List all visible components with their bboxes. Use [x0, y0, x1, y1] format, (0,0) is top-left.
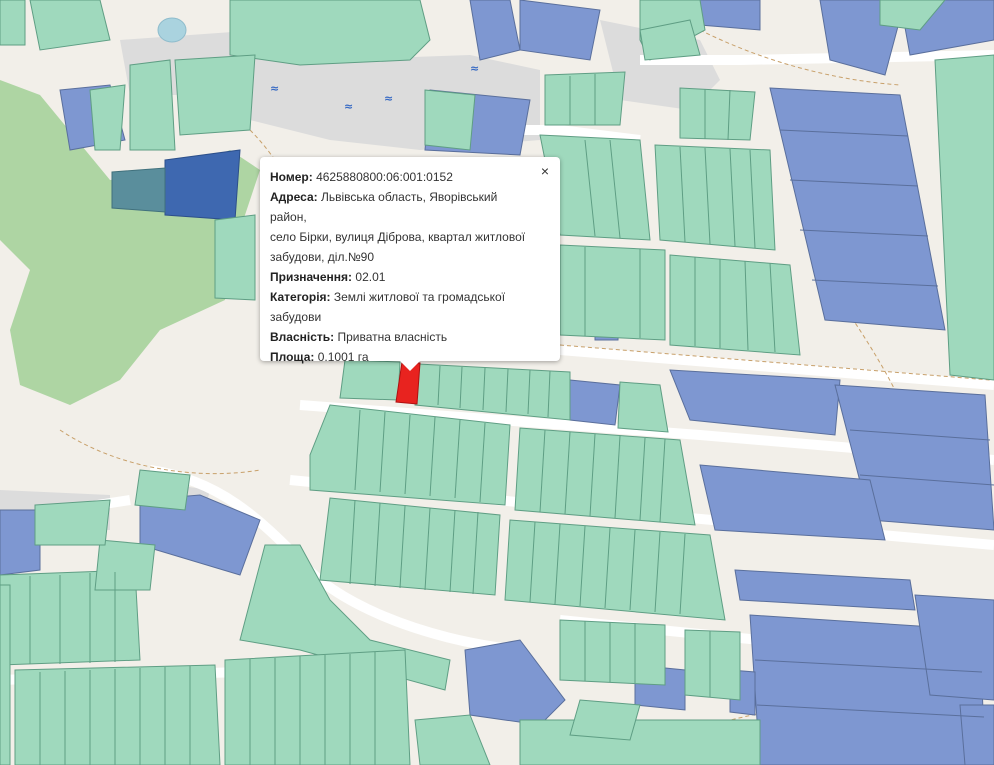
address-label: Адреса: [270, 190, 318, 204]
parcel-number-value: 4625880800:06:001:0152 [316, 170, 453, 184]
ownership-value: Приватна власність [337, 330, 448, 344]
address-row: Адреса: Львівська область, Яворівський р… [270, 187, 534, 267]
category-value-line1: Землі житлової та громадської [333, 290, 506, 304]
ownership-label: Власність: [270, 330, 335, 344]
purpose-row: Призначення: 02.01 [270, 267, 534, 287]
dark-teal-parcel[interactable] [111, 167, 166, 213]
parcel-info-popup: × Номер: 4625880800:06:001:0152 Адреса: … [260, 157, 560, 364]
water-icon: ≈ [470, 62, 479, 75]
area-label: Площа: [270, 350, 315, 364]
water-icon: ≈ [384, 92, 393, 105]
category-value-line2: забудови [270, 310, 322, 324]
parcel-number-label: Номер: [270, 170, 313, 184]
dark-blue-parcel[interactable] [164, 149, 241, 221]
purpose-label: Призначення: [270, 270, 353, 284]
parcel-number-row: Номер: 4625880800:06:001:0152 [270, 167, 534, 187]
close-icon[interactable]: × [538, 163, 552, 179]
area-value: 0.1001 га [317, 350, 369, 364]
map-canvas[interactable]: ≈ ≈ ≈ ≈ [0, 0, 994, 765]
water-icon: ≈ [270, 82, 279, 95]
address-value-line3: забудови, діл.№90 [270, 250, 375, 264]
category-row: Категорія: Землі житлової та громадської… [270, 287, 534, 327]
popup-pointer [400, 361, 420, 371]
cadastral-map[interactable]: ≈ ≈ ≈ ≈ × Номер: 4625880800:06:001:0152 … [0, 0, 994, 765]
category-label: Категорія: [270, 290, 331, 304]
purpose-value: 02.01 [355, 270, 386, 284]
water-icon: ≈ [344, 100, 353, 113]
pond [157, 17, 187, 43]
address-value-line2: село Бірки, вулиця Діброва, квартал житл… [270, 230, 526, 244]
ownership-row: Власність: Приватна власність [270, 327, 534, 347]
